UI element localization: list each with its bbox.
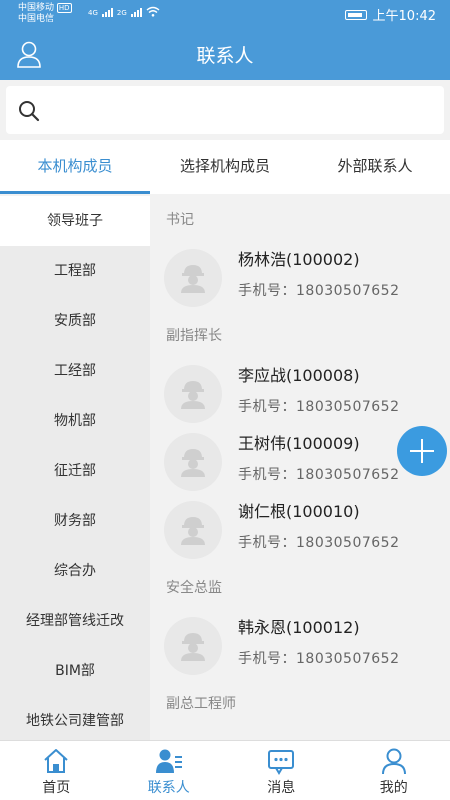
signal-icon-2	[130, 8, 142, 17]
contact-phone: 手机号：18030507652	[238, 283, 400, 299]
department-item[interactable]: 工程部	[0, 246, 150, 296]
search-input[interactable]	[6, 86, 444, 134]
carrier-2: 中国电信	[18, 14, 55, 24]
bottom-nav-contacts[interactable]: 联系人	[113, 741, 226, 800]
message-icon	[268, 750, 295, 775]
avatar	[164, 365, 222, 423]
avatar	[164, 433, 222, 491]
tab-own-org-members[interactable]: 本机构成员	[0, 140, 150, 194]
group-title: 副总工程师	[166, 696, 236, 712]
contact-phone: 手机号：18030507652	[238, 399, 400, 415]
department-item[interactable]: 安质部	[0, 296, 150, 346]
home-icon	[44, 749, 68, 773]
group-title: 副指挥长	[166, 328, 222, 344]
contact-item[interactable]: 谢仁根(100010) 手机号：18030507652	[150, 496, 450, 564]
bottom-nav-messages[interactable]: 消息	[225, 741, 338, 800]
worker-avatar-icon	[181, 517, 205, 545]
bottom-nav-label: 首页	[42, 780, 71, 796]
signal-icons: 4G 2G	[88, 6, 160, 17]
contact-name: 王树伟(100009)	[238, 434, 360, 453]
net-type-2: 2G	[116, 9, 127, 17]
department-item[interactable]: BIM部	[0, 646, 150, 696]
avatar	[164, 249, 222, 307]
status-bar: 中国移动 HD 中国电信 4G 2G 上午10:42	[0, 0, 450, 26]
status-right: 上午10:42	[344, 5, 436, 24]
page-title: 联系人	[196, 45, 254, 67]
contact-phone: 手机号：18030507652	[238, 467, 400, 483]
carrier-info: 中国移动 HD 中国电信	[18, 3, 72, 25]
tab-external-contacts[interactable]: 外部联系人	[300, 140, 450, 194]
contact-item[interactable]: 李应战(100008) 手机号：18030507652	[150, 360, 450, 428]
contact-phone: 手机号：18030507652	[238, 535, 400, 551]
avatar	[164, 501, 222, 559]
department-item[interactable]: 工经部	[0, 346, 150, 396]
department-item[interactable]: 财务部	[0, 496, 150, 546]
department-item[interactable]: 征迁部	[0, 446, 150, 496]
bottom-nav-home[interactable]: 首页	[0, 741, 113, 800]
add-contact-button[interactable]	[397, 426, 447, 476]
signal-icon	[101, 8, 113, 17]
worker-avatar-icon	[181, 449, 205, 477]
contact-name: 韩永恩(100012)	[238, 618, 360, 637]
contact-item[interactable]: 韩永恩(100012) 手机号：18030507652	[150, 612, 450, 680]
avatar	[164, 617, 222, 675]
group-title: 书记	[166, 212, 194, 228]
bottom-nav: 首页 联系人 消息 我的	[0, 740, 450, 800]
contact-item[interactable]: 杨林浩(100002) 手机号：18030507652	[150, 244, 450, 312]
department-item[interactable]: 领导班子	[0, 196, 150, 246]
contacts-icon	[155, 749, 182, 773]
worker-avatar-icon	[181, 633, 205, 661]
user-icon	[381, 748, 406, 775]
net-type-1: 4G	[88, 9, 98, 17]
bottom-nav-mine[interactable]: 我的	[338, 741, 450, 800]
carrier-1: 中国移动	[18, 3, 55, 13]
wifi-icon	[146, 6, 160, 17]
search-icon	[19, 101, 40, 122]
department-item[interactable]: 综合办	[0, 546, 150, 596]
contact-name: 李应战(100008)	[238, 366, 360, 385]
status-time: 上午10:42	[372, 9, 436, 24]
search-bar	[0, 80, 450, 140]
worker-avatar-icon	[181, 381, 205, 409]
contact-phone: 手机号：18030507652	[238, 651, 400, 667]
bottom-nav-label: 消息	[267, 780, 296, 796]
nav-bar: 联系人	[0, 26, 450, 80]
tab-bar: 本机构成员 选择机构成员 外部联系人	[0, 140, 450, 194]
department-item[interactable]: 经理部管线迁改	[0, 596, 150, 646]
bottom-nav-label: 联系人	[147, 780, 190, 796]
department-item[interactable]: 地铁公司建管部	[0, 696, 150, 740]
contact-name: 杨林浩(100002)	[238, 250, 360, 269]
group-title: 安全总监	[166, 580, 222, 596]
hd-badge: HD	[56, 3, 72, 13]
contact-name: 谢仁根(100010)	[238, 502, 360, 521]
tab-select-org-members[interactable]: 选择机构成员	[150, 140, 300, 194]
battery-icon	[344, 9, 367, 20]
department-sidebar: 领导班子 工程部 安质部 工经部 物机部 征迁部 财务部 综合办 经理部管线迁改…	[0, 196, 150, 740]
bottom-nav-label: 我的	[379, 780, 408, 796]
department-item[interactable]: 物机部	[0, 396, 150, 446]
worker-avatar-icon	[181, 265, 205, 293]
